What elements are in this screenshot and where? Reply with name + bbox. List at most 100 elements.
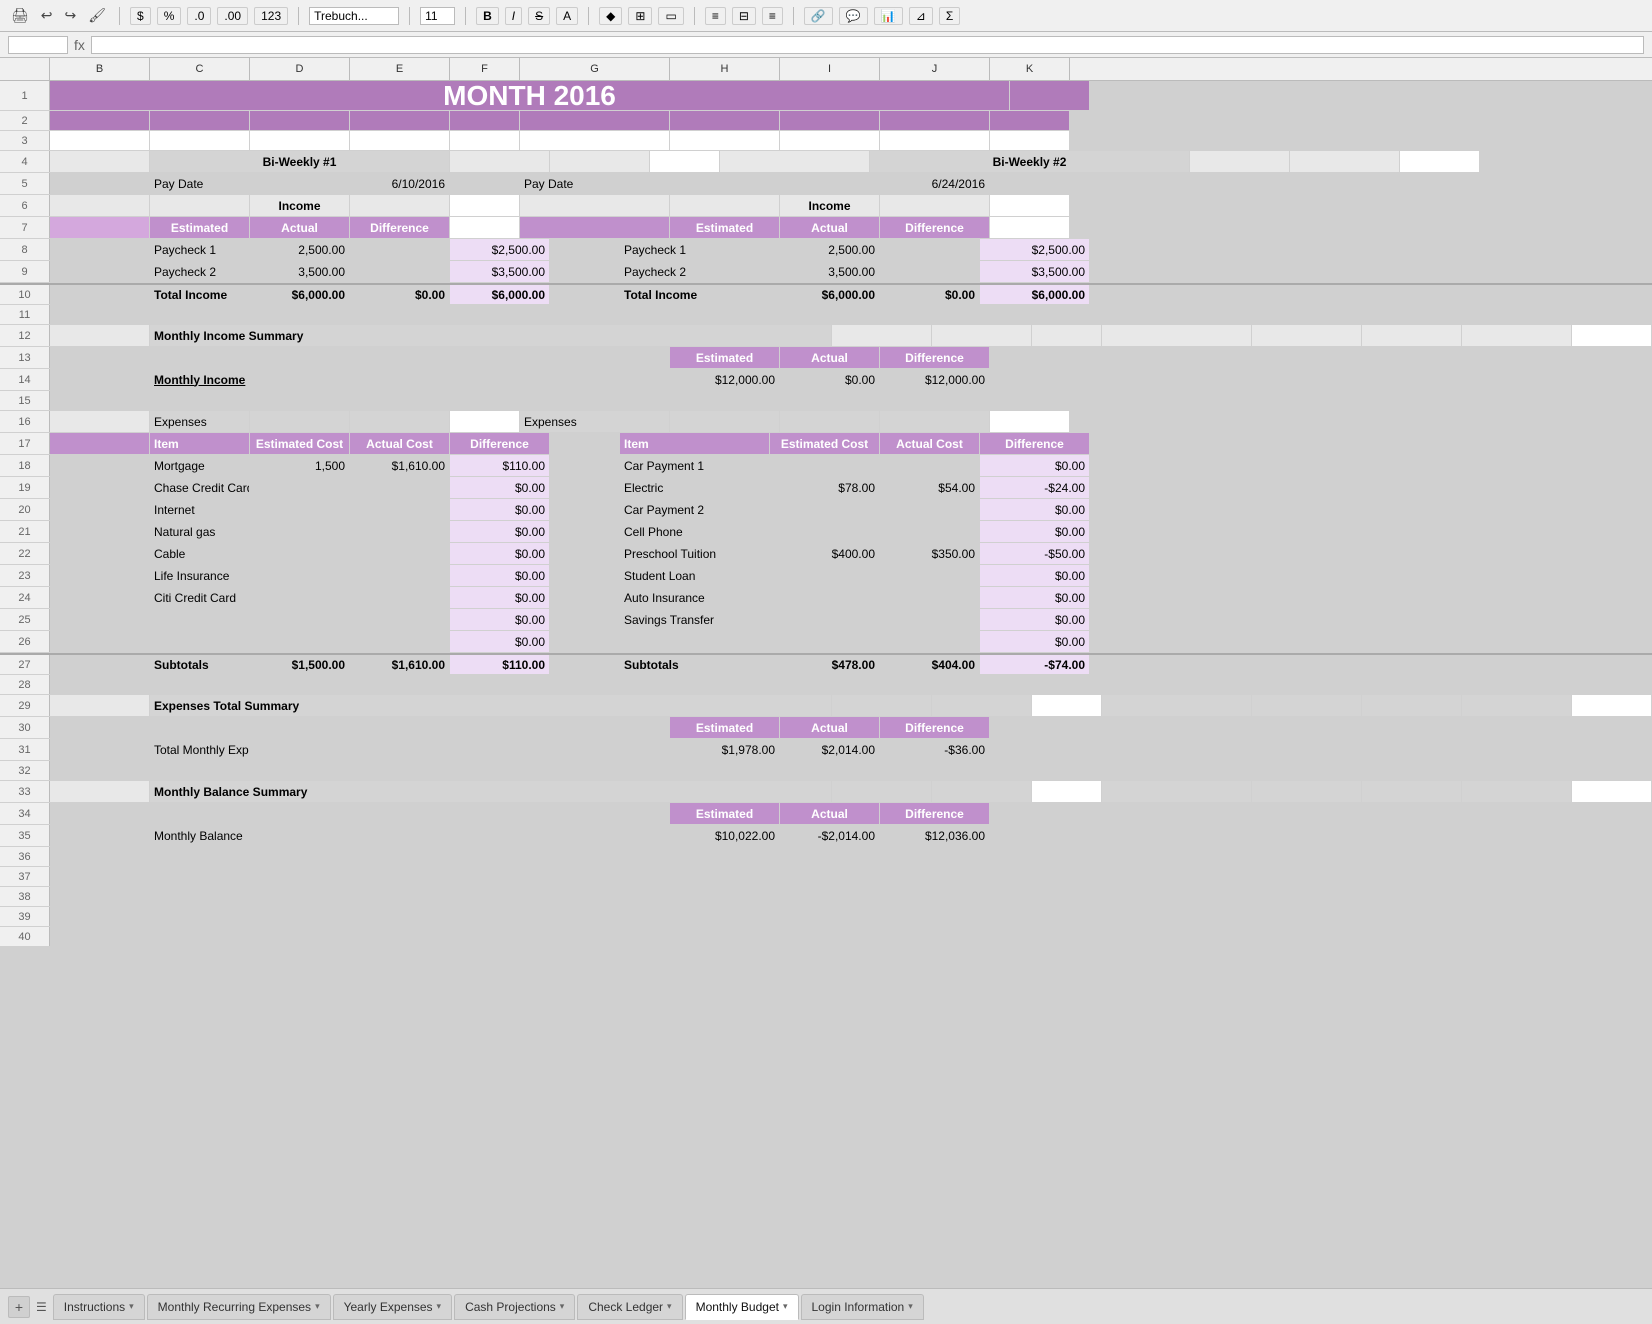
col-header-j[interactable]: J <box>880 58 990 80</box>
row-35: 35 Monthly Balance $10,022.00 -$2,014.00… <box>0 825 1652 847</box>
cell-reference-input[interactable] <box>8 36 68 54</box>
paycheck2-estimated-1: 3,500.00 <box>250 261 350 282</box>
et-actual: $2,014.00 <box>780 739 880 760</box>
align-center-button[interactable]: ⊟ <box>732 7 756 25</box>
et-estimated-header: Estimated <box>670 717 780 738</box>
tab-monthly-budget-dropdown[interactable]: ▾ <box>783 1301 788 1312</box>
car-payment1-diff: $0.00 <box>980 455 1090 476</box>
tab-yearly-expenses-dropdown[interactable]: ▾ <box>437 1301 442 1312</box>
percent-button[interactable]: % <box>157 7 182 25</box>
row-num-6: 6 <box>0 195 50 216</box>
chart-button[interactable]: 📊 <box>874 7 903 25</box>
cell-1k <box>1010 81 1090 110</box>
mi-diff-header: Difference <box>880 347 990 368</box>
diff-header-2: Difference <box>980 433 1090 454</box>
tab-instructions-dropdown[interactable]: ▾ <box>129 1301 134 1312</box>
row-16: 16 Expenses Expenses <box>0 411 1652 433</box>
diff-header-1: Difference <box>450 433 550 454</box>
monthly-balance-summary-label: Monthly Balance Summary <box>150 781 832 802</box>
decimal1-button[interactable]: .0 <box>187 7 211 25</box>
borders-button[interactable]: ⊞ <box>628 7 652 25</box>
row-12: 12 Monthly Income Summary <box>0 325 1652 347</box>
col-header-f[interactable]: F <box>450 58 520 80</box>
car-payment2-label: Car Payment 2 <box>620 499 770 520</box>
col-header-c[interactable]: C <box>150 58 250 80</box>
align-right-button[interactable]: ≡ <box>762 7 783 25</box>
tab-cash-projections[interactable]: Cash Projections ▾ <box>454 1294 575 1320</box>
tab-login-information[interactable]: Login Information ▾ <box>801 1294 924 1320</box>
mortgage-estimated: 1,500 <box>250 455 350 476</box>
paycheck2-label-1: Paycheck 2 <box>150 261 250 282</box>
col-header-b[interactable]: B <box>50 58 150 80</box>
col-header-i[interactable]: I <box>780 58 880 80</box>
student-loan-label: Student Loan <box>620 565 770 586</box>
link-button[interactable]: 🔗 <box>804 7 833 25</box>
tab-cash-projections-dropdown[interactable]: ▾ <box>560 1301 565 1312</box>
car-payment1-label: Car Payment 1 <box>620 455 770 476</box>
sum-button[interactable]: Σ <box>939 7 960 25</box>
col-header-g[interactable]: G <box>520 58 670 80</box>
tab-check-ledger-dropdown[interactable]: ▾ <box>667 1301 672 1312</box>
italic-button[interactable]: I <box>505 7 522 25</box>
col-header-e[interactable]: E <box>350 58 450 80</box>
subtotals-diff-1: $110.00 <box>450 655 550 674</box>
row26-diff2: $0.00 <box>980 631 1090 652</box>
row-20: 20 Internet $0.00 Car Payment 2 $0.00 <box>0 499 1652 521</box>
chase-diff: $0.00 <box>450 477 550 498</box>
paycheck2-label-2: Paycheck 2 <box>620 261 770 282</box>
comment-button[interactable]: 💬 <box>839 7 868 25</box>
bold-button[interactable]: B <box>476 7 499 25</box>
tab-login-information-label: Login Information <box>812 1300 905 1314</box>
subtotals-actual-1: $1,610.00 <box>350 655 450 674</box>
difference-header-1: Difference <box>350 217 450 238</box>
print-icon[interactable]: 🖨 <box>8 5 32 26</box>
font-name-input[interactable] <box>309 7 399 25</box>
currency-button[interactable]: $ <box>130 7 151 25</box>
formula-input[interactable] <box>91 36 1644 54</box>
electric-diff: -$24.00 <box>980 477 1090 498</box>
row-8: 8 Paycheck 1 2,500.00 $2,500.00 Paycheck… <box>0 239 1652 261</box>
decimal2-button[interactable]: .00 <box>217 7 248 25</box>
font-color-button[interactable]: A <box>556 7 578 25</box>
col-header-k[interactable]: K <box>990 58 1070 80</box>
fill-color-button[interactable]: ◆ <box>599 7 622 25</box>
tab-check-ledger[interactable]: Check Ledger ▾ <box>577 1294 682 1320</box>
paint-format-icon[interactable]: 🖌 <box>85 5 109 26</box>
natural-gas-diff: $0.00 <box>450 521 550 542</box>
row-38: 38 <box>0 887 1652 907</box>
add-sheet-button[interactable]: + <box>8 1296 30 1318</box>
col-header-d[interactable]: D <box>250 58 350 80</box>
number-format-button[interactable]: 123 <box>254 7 288 25</box>
life-ins-label: Life Insurance <box>150 565 250 586</box>
tab-yearly-expenses[interactable]: Yearly Expenses ▾ <box>333 1294 452 1320</box>
monthly-income-summary-label: Monthly Income Summary <box>150 325 832 346</box>
font-size-input[interactable] <box>420 7 455 25</box>
merge-button[interactable]: ▭ <box>658 7 683 25</box>
row-num-2: 2 <box>0 111 50 130</box>
income-label-1: Income <box>250 195 350 216</box>
sheet-menu-icon[interactable]: ☰ <box>36 1300 47 1314</box>
tab-monthly-budget[interactable]: Monthly Budget ▾ <box>685 1294 799 1320</box>
undo-icon[interactable]: ↩ <box>38 5 56 26</box>
total-income-diff-2: $6,000.00 <box>980 285 1090 304</box>
mortgage-diff: $110.00 <box>450 455 550 476</box>
strikethrough-button[interactable]: S <box>528 7 550 25</box>
filter-button[interactable]: ⊿ <box>909 7 933 25</box>
internet-label: Internet <box>150 499 250 520</box>
mb-actual: -$2,014.00 <box>780 825 880 846</box>
monthly-balance-label: Monthly Balance <box>150 825 250 846</box>
row-14: 14 Monthly Income $12,000.00 $0.00 $12,0… <box>0 369 1652 391</box>
row-num-1: 1 <box>0 81 50 110</box>
row-2: 2 <box>0 111 1652 131</box>
row-30: 30 Estimated Actual Difference <box>0 717 1652 739</box>
col-header-h[interactable]: H <box>670 58 780 80</box>
tab-monthly-recurring-dropdown[interactable]: ▾ <box>315 1301 320 1312</box>
pay-date-2: 6/24/2016 <box>880 173 990 194</box>
redo-icon[interactable]: ↪ <box>62 5 80 26</box>
tab-login-information-dropdown[interactable]: ▾ <box>908 1301 913 1312</box>
tab-instructions[interactable]: Instructions ▾ <box>53 1294 145 1320</box>
align-left-button[interactable]: ≡ <box>705 7 726 25</box>
auto-ins-label: Auto Insurance <box>620 587 770 608</box>
actual-cost-header-1: Actual Cost <box>350 433 450 454</box>
tab-monthly-recurring[interactable]: Monthly Recurring Expenses ▾ <box>147 1294 331 1320</box>
